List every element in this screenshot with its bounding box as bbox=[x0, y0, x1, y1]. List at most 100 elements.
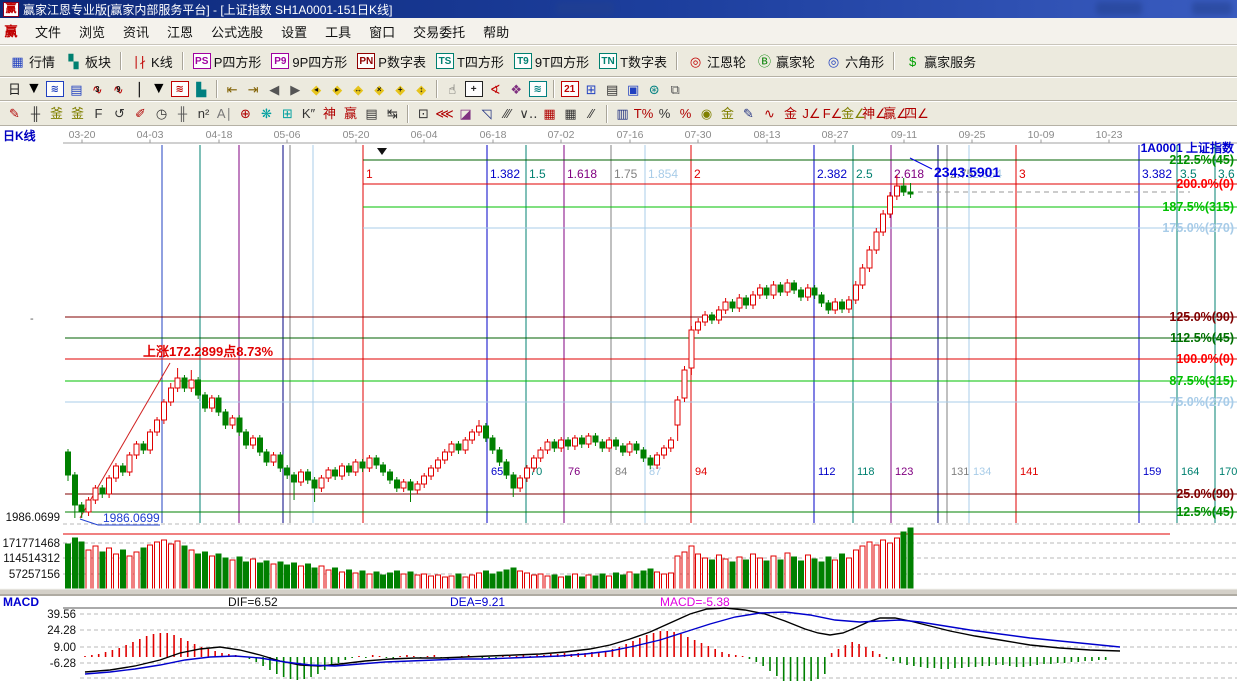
parallel-lines-tool[interactable]: ∕∕ bbox=[581, 103, 602, 124]
n-squared-tool[interactable]: n² bbox=[193, 103, 214, 124]
gold-gann-tool-2[interactable]: 釜 bbox=[67, 103, 88, 124]
percent-line-tool[interactable]: % bbox=[675, 103, 696, 124]
gold-circle-tool[interactable]: ◉ bbox=[696, 103, 717, 124]
box-measure-tool[interactable]: ⊡ bbox=[413, 103, 434, 124]
shen-tool[interactable]: 神 bbox=[319, 103, 340, 124]
menu-item-0[interactable]: 文件 bbox=[26, 22, 70, 43]
wave-count-9[interactable]: ∿9 bbox=[108, 79, 129, 100]
p9-square-button[interactable]: P99P四方形 bbox=[267, 49, 351, 73]
notebook-button[interactable]: ▤ bbox=[602, 79, 623, 100]
title-bar[interactable]: 赢 赢家江恩专业版[赢家内部服务平台] - [上证指数 SH1A0001-151… bbox=[0, 0, 1237, 18]
t-square-button[interactable]: TST四方形 bbox=[432, 49, 508, 73]
candle-dropdown[interactable]: ⎮▼ bbox=[129, 79, 169, 100]
time-clock-tool[interactable]: ◷ bbox=[151, 103, 172, 124]
scribble-teal-tool[interactable]: ≋ bbox=[527, 79, 549, 100]
skip-first-button[interactable]: ⇤ bbox=[222, 79, 243, 100]
f-ruler-tool[interactable]: F bbox=[88, 103, 109, 124]
menu-item-4[interactable]: 公式选股 bbox=[202, 22, 272, 43]
hexagon-button[interactable]: ◎六角形 bbox=[821, 49, 888, 73]
web-globe-button[interactable]: ⊛ bbox=[644, 79, 665, 100]
kline-chart-canvas[interactable]: 03-2004-0304-1805-0605-2006-0406-1807-02… bbox=[0, 126, 1237, 681]
gold-angle-tool[interactable]: 金∠ bbox=[843, 103, 864, 124]
wave-count-3[interactable]: ∿3 bbox=[87, 79, 108, 100]
winner-wheel-button[interactable]: Ⓑ赢家轮 bbox=[752, 49, 819, 73]
svg-text:141: 141 bbox=[1020, 466, 1038, 478]
flower-tool[interactable]: ❖ bbox=[506, 79, 527, 100]
draw-pen-tool[interactable]: ✎ bbox=[4, 103, 25, 124]
kline-button[interactable]: ∣∤K线 bbox=[127, 49, 177, 73]
angle-measure-tool[interactable]: ∢ bbox=[485, 79, 506, 100]
notes-document[interactable]: ▤ bbox=[66, 79, 87, 100]
calculator-button[interactable]: ⊞ bbox=[581, 79, 602, 100]
k-quote-tool[interactable]: K″ bbox=[298, 103, 319, 124]
calendar-button[interactable]: 21 bbox=[559, 79, 581, 100]
circle-cross-tool[interactable]: ⊕ bbox=[235, 103, 256, 124]
a-line-tool[interactable]: A∣ bbox=[214, 103, 235, 124]
menu-item-8[interactable]: 交易委托 bbox=[404, 22, 474, 43]
winner-service-button[interactable]: $赢家服务 bbox=[900, 49, 980, 73]
f-angle-tool[interactable]: F∠ bbox=[822, 103, 843, 124]
t9-square-button[interactable]: T99T四方形 bbox=[510, 49, 593, 73]
ying-tool[interactable]: 赢 bbox=[340, 103, 361, 124]
diamond-expand[interactable]: ◆↕ bbox=[411, 79, 432, 100]
p-number-button[interactable]: PNP数字表 bbox=[353, 49, 430, 73]
j-angle-tool[interactable]: J∠ bbox=[801, 103, 822, 124]
fan-lines-tool[interactable]: ⋘ bbox=[434, 103, 455, 124]
ying-angle-tool[interactable]: 赢∠ bbox=[885, 103, 906, 124]
three-lines-tool[interactable]: ∕∕∕ bbox=[497, 103, 518, 124]
gann-scribble-red[interactable]: ≋ bbox=[169, 79, 191, 100]
span-arrows-tool[interactable]: ↹ bbox=[382, 103, 403, 124]
fan-box-tool[interactable]: ◪ bbox=[455, 103, 476, 124]
v-dotted-tool[interactable]: ∨‥ bbox=[518, 103, 539, 124]
pan-hand-tool[interactable]: ☝ bbox=[442, 79, 463, 100]
volume-histogram[interactable]: ▙ bbox=[191, 79, 212, 100]
gold-underline-tool[interactable]: 金 bbox=[780, 103, 801, 124]
red-marker-tool[interactable]: ✐ bbox=[130, 103, 151, 124]
grid-dark-tool[interactable]: ▦ bbox=[560, 103, 581, 124]
menu-item-7[interactable]: 窗口 bbox=[360, 22, 404, 43]
menu-item-1[interactable]: 浏览 bbox=[70, 22, 114, 43]
prev-bar-button[interactable]: ◀ bbox=[264, 79, 285, 100]
diamond-plus[interactable]: ◆+ bbox=[390, 79, 411, 100]
sectors-button[interactable]: ▚板块 bbox=[61, 49, 115, 73]
gann-wheel-button[interactable]: ◎江恩轮 bbox=[683, 49, 750, 73]
percent-tool[interactable]: % bbox=[654, 103, 675, 124]
t-number-button[interactable]: TNT数字表 bbox=[595, 49, 671, 73]
svg-text:03-20: 03-20 bbox=[69, 129, 96, 141]
save-button[interactable]: ▣ bbox=[623, 79, 644, 100]
diamond-horizontal[interactable]: ◆↔ bbox=[348, 79, 369, 100]
price-bars-tool[interactable]: ▥ bbox=[612, 103, 633, 124]
pen-bars-tool[interactable]: ✎ bbox=[738, 103, 759, 124]
diamond-collapse[interactable]: ◆× bbox=[369, 79, 390, 100]
fan-corner-tool[interactable]: ◹ bbox=[476, 103, 497, 124]
menu-item-3[interactable]: 江恩 bbox=[158, 22, 202, 43]
menu-item-5[interactable]: 设置 bbox=[272, 22, 316, 43]
grid-red-tool[interactable]: ▦ bbox=[539, 103, 560, 124]
diamond-left[interactable]: ◆◂ bbox=[306, 79, 327, 100]
flower-tool-icon: ❖ bbox=[508, 81, 525, 98]
spiral-tool[interactable]: ↺ bbox=[109, 103, 130, 124]
shen-angle-tool[interactable]: 神∠ bbox=[864, 103, 885, 124]
ruler-123-tool[interactable]: ▤ bbox=[361, 103, 382, 124]
p-square-button[interactable]: PSP四方形 bbox=[189, 49, 266, 73]
gold-gann-tool-1[interactable]: 釜 bbox=[46, 103, 67, 124]
diamond-right[interactable]: ◆▸ bbox=[327, 79, 348, 100]
web-grid-tool[interactable]: ⊞ bbox=[277, 103, 298, 124]
menu-item-9[interactable]: 帮助 bbox=[474, 22, 518, 43]
spider-web-tool[interactable]: ❋ bbox=[256, 103, 277, 124]
t-percent-tool[interactable]: T% bbox=[633, 103, 654, 124]
menu-item-6[interactable]: 工具 bbox=[316, 22, 360, 43]
menu-item-2[interactable]: 资讯 bbox=[114, 22, 158, 43]
crosshair-tool[interactable]: + bbox=[463, 79, 485, 100]
tick-ruler-tool[interactable]: ╫ bbox=[172, 103, 193, 124]
kline-style-dropdown[interactable]: 日▼ bbox=[4, 79, 44, 100]
remote-computer-button[interactable]: ⧉ bbox=[665, 79, 686, 100]
gann-scribble-blue[interactable]: ≋ bbox=[44, 79, 66, 100]
quotes-button[interactable]: ▦行情 bbox=[5, 49, 59, 73]
gold-lines-tool[interactable]: 金 bbox=[717, 103, 738, 124]
wave-red-tool[interactable]: ∿ bbox=[759, 103, 780, 124]
tick-grid-tool[interactable]: ╫ bbox=[25, 103, 46, 124]
skip-last-button[interactable]: ⇥ bbox=[243, 79, 264, 100]
next-bar-button[interactable]: ▶ bbox=[285, 79, 306, 100]
si-angle-tool[interactable]: 四∠ bbox=[906, 103, 927, 124]
